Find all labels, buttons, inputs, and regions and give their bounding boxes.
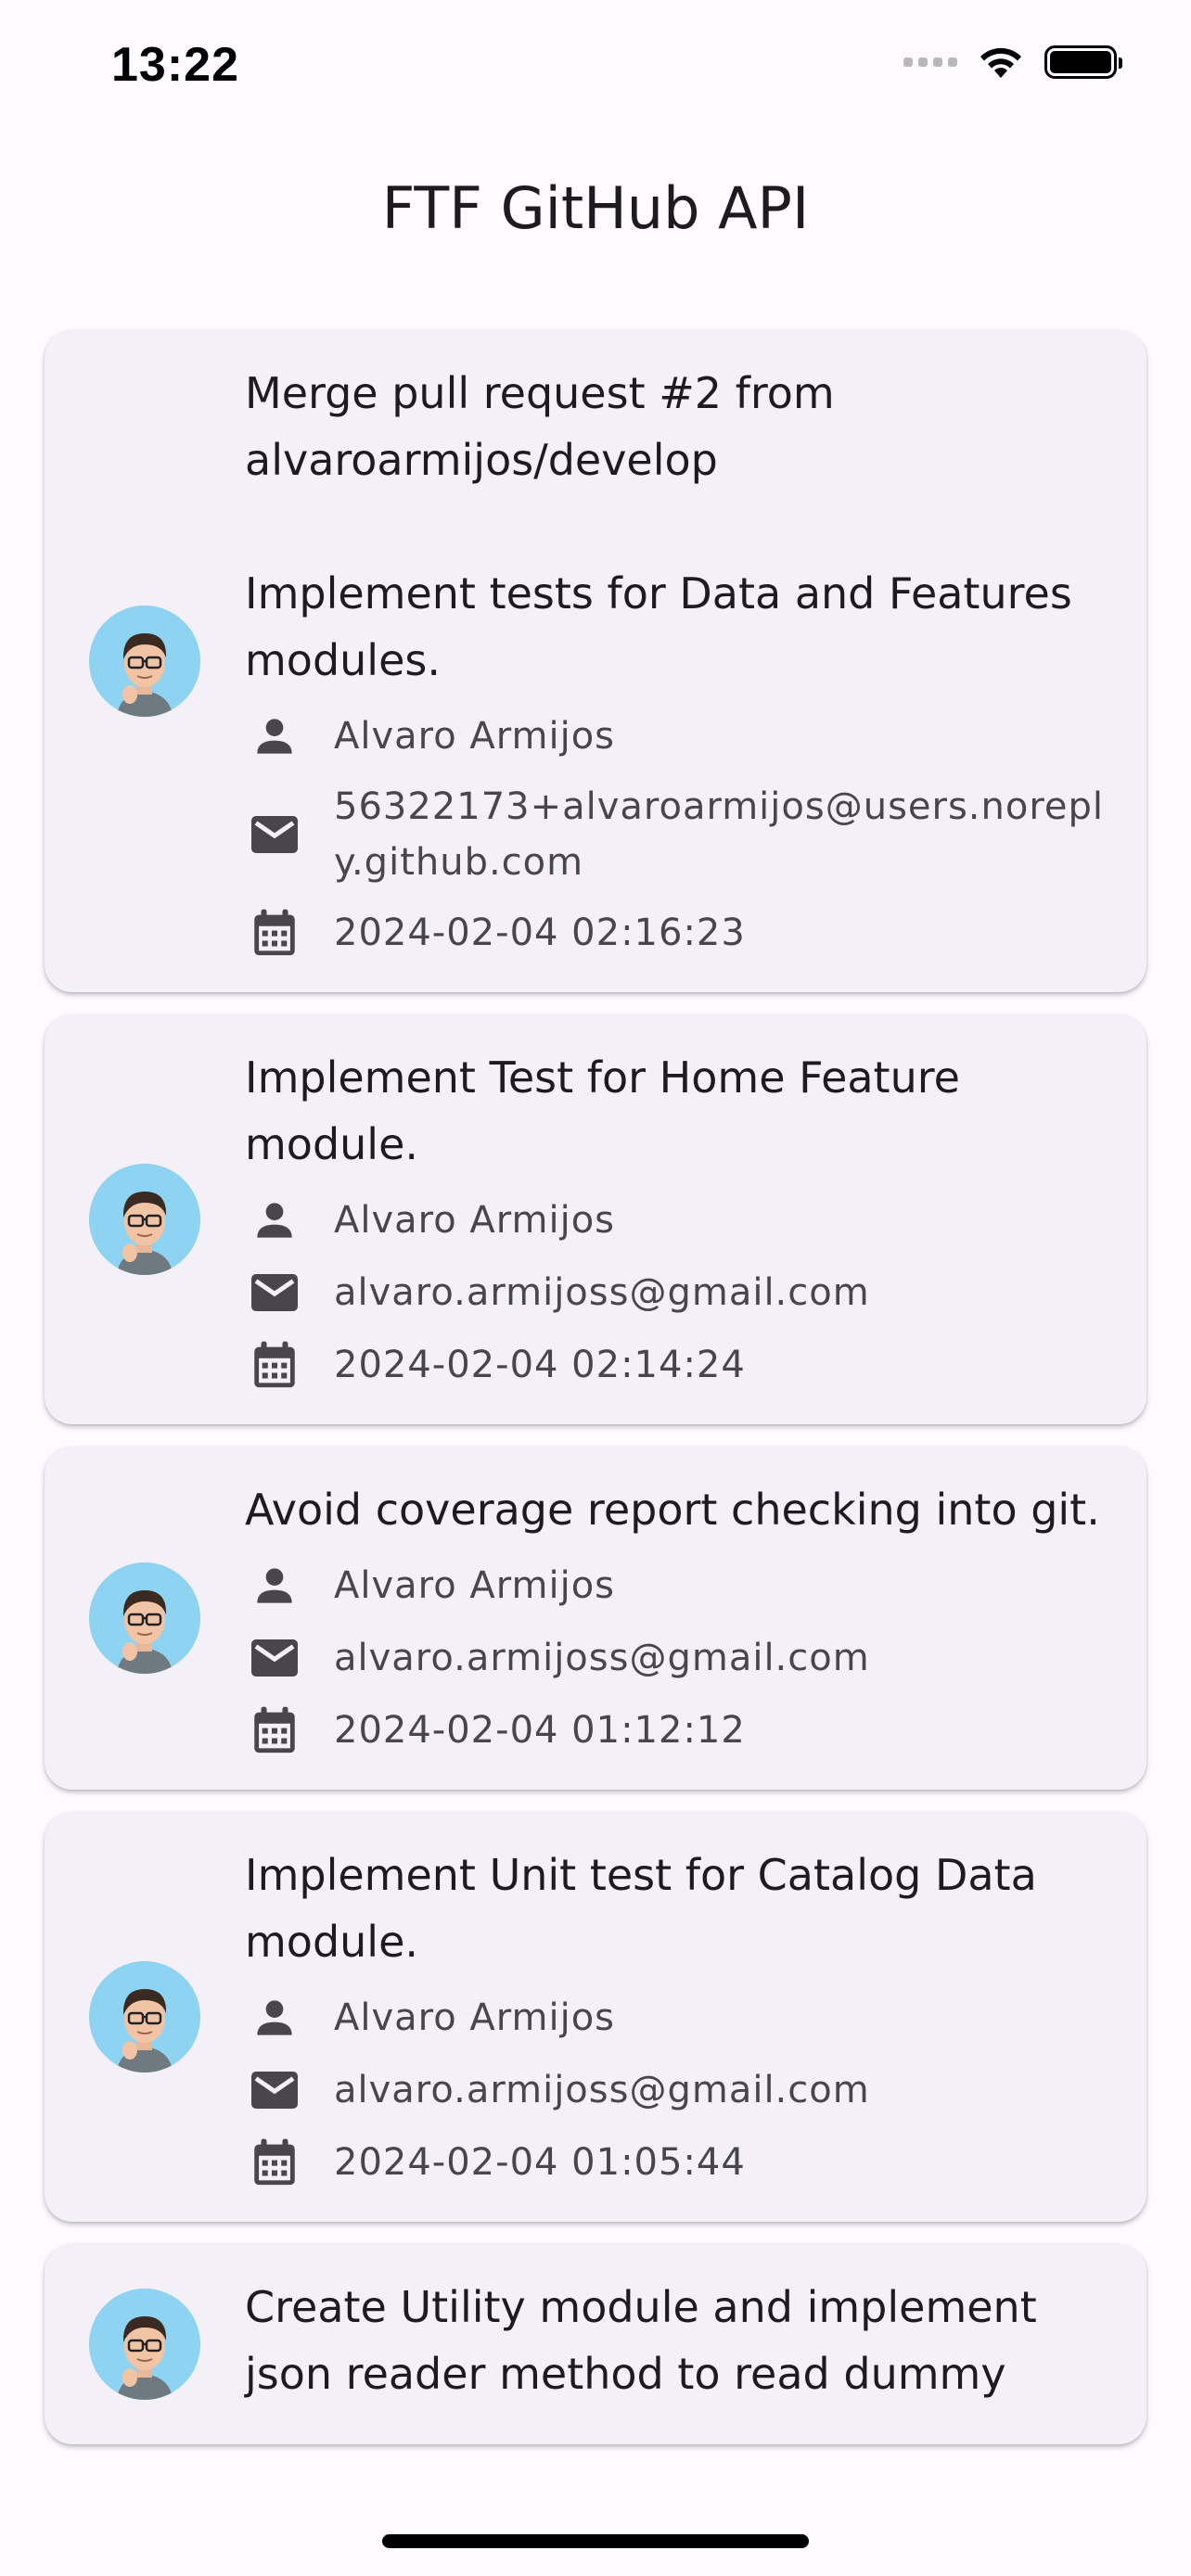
author-label: Alvaro Armijos: [334, 1564, 616, 1607]
commit-card[interactable]: Implement Unit test for Catalog Data mod…: [45, 1812, 1146, 2222]
commit-message: Avoid coverage report checking into git.: [245, 1485, 1100, 1535]
author-label: Alvaro Armijos: [334, 715, 616, 758]
author-row: Alvaro Armijos: [245, 1556, 1109, 1615]
email-label: alvaro.armijoss@gmail.com: [334, 1271, 870, 1314]
date-row: 2024-02-04 01:05:44: [245, 2133, 1109, 2192]
email-row: alvaro.armijoss@gmail.com: [245, 1263, 1109, 1322]
email-row: alvaro.armijoss@gmail.com: [245, 2060, 1109, 2120]
mail-icon: [245, 2060, 304, 2120]
battery-icon: [1044, 45, 1122, 79]
date-label: 2024-02-04 02:16:23: [334, 912, 746, 954]
status-icons: [903, 45, 1122, 80]
avatar: [89, 1961, 200, 2072]
date-label: 2024-02-04 01:05:44: [334, 2141, 746, 2184]
email-label: 56322173+alvaroarmijos@users.noreply.git…: [334, 785, 1105, 884]
email-label: alvaro.armijoss@gmail.com: [334, 1637, 870, 1679]
email-row: alvaro.armijoss@gmail.com: [245, 1628, 1109, 1688]
mail-icon: [245, 805, 304, 864]
commit-content: Merge pull request #2 from alvaroarmijos…: [245, 360, 1109, 963]
commit-message: Implement Unit test for Catalog Data mod…: [245, 1850, 1051, 1967]
mail-icon: [245, 1628, 304, 1688]
author-label: Alvaro Armijos: [334, 1996, 616, 2039]
avatar: [89, 1562, 200, 1674]
calendar-icon: [245, 903, 304, 963]
commit-message: Create Utility module and implement json…: [245, 2282, 1051, 2399]
email-label: alvaro.armijoss@gmail.com: [334, 2069, 870, 2111]
person-icon: [245, 707, 304, 766]
commit-message: Merge pull request #2 from alvaroarmijos…: [245, 368, 1072, 685]
date-row: 2024-02-04 01:12:12: [245, 1701, 1109, 1760]
author-row: Alvaro Armijos: [245, 707, 1109, 766]
page-title: FTF GitHub API: [381, 174, 810, 242]
commit-content: Create Utility module and implement json…: [245, 2274, 1109, 2415]
commit-list[interactable]: Merge pull request #2 from alvaroarmijos…: [45, 330, 1146, 2467]
mail-icon: [245, 1263, 304, 1322]
commit-card[interactable]: Merge pull request #2 from alvaroarmijos…: [45, 330, 1146, 992]
avatar: [89, 1164, 200, 1275]
calendar-icon: [245, 1701, 304, 1760]
date-label: 2024-02-04 01:12:12: [334, 1709, 746, 1752]
status-bar: 13:22: [0, 0, 1191, 130]
person-icon: [245, 1556, 304, 1615]
date-label: 2024-02-04 02:14:24: [334, 1344, 746, 1386]
author-row: Alvaro Armijos: [245, 1988, 1109, 2047]
author-row: Alvaro Armijos: [245, 1191, 1109, 1250]
commit-content: Implement Test for Home Feature module. A…: [245, 1044, 1109, 1395]
commit-card[interactable]: Implement Test for Home Feature module. A…: [45, 1014, 1146, 1424]
commit-content: Avoid coverage report checking into git.…: [245, 1476, 1109, 1760]
calendar-icon: [245, 2133, 304, 2192]
commit-message: Implement Test for Home Feature module.: [245, 1052, 974, 1169]
date-row: 2024-02-04 02:14:24: [245, 1335, 1109, 1395]
commit-card[interactable]: Avoid coverage report checking into git.…: [45, 1447, 1146, 1790]
person-icon: [245, 1191, 304, 1250]
home-indicator[interactable]: [382, 2534, 809, 2548]
email-row: 56322173+alvaroarmijos@users.noreply.git…: [245, 779, 1109, 890]
commit-card[interactable]: Create Utility module and implement json…: [45, 2244, 1146, 2444]
date-row: 2024-02-04 02:16:23: [245, 903, 1109, 963]
cellular-signal-icon: [903, 57, 957, 67]
avatar: [89, 2289, 200, 2400]
author-label: Alvaro Armijos: [334, 1199, 616, 1242]
app-bar: FTF GitHub API: [0, 158, 1191, 260]
person-icon: [245, 1988, 304, 2047]
wifi-icon: [980, 47, 1021, 78]
commit-content: Implement Unit test for Catalog Data mod…: [245, 1842, 1109, 2192]
status-time: 13:22: [111, 38, 239, 92]
calendar-icon: [245, 1335, 304, 1395]
avatar: [89, 606, 200, 717]
